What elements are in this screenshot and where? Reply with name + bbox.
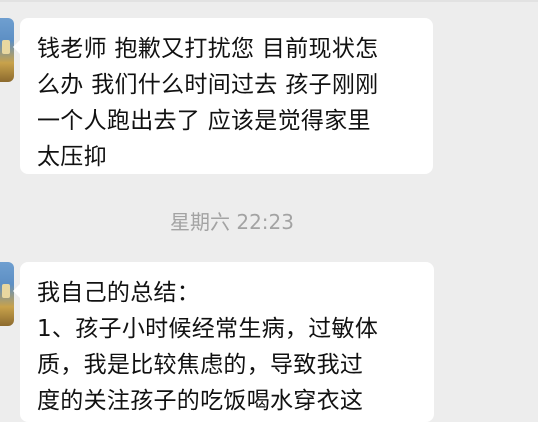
message-bubble[interactable]: 我自己的总结： 1、孩子小时候经常生病，过敏体 质，我是比较焦虑的，导致我过 度… bbox=[13, 262, 434, 422]
message-line: 么办 我们什么时间过去 孩子刚刚 bbox=[37, 72, 379, 98]
message-line: 钱老师 抱歉又打扰您 目前现状怎 bbox=[37, 36, 379, 62]
message-line: 太压抑 bbox=[37, 144, 107, 170]
message-bubble[interactable]: 钱老师 抱歉又打扰您 目前现状怎 么办 我们什么时间过去 孩子刚刚 一个人跑出去… bbox=[13, 18, 433, 174]
message-line: 1、孩子小时候经常生病，过敏体 bbox=[37, 316, 379, 342]
contact-avatar[interactable] bbox=[0, 262, 14, 326]
message-line: 度的关注孩子的吃饭喝水穿衣这 bbox=[37, 388, 364, 414]
message-line: 质，我是比较焦虑的，导致我过 bbox=[37, 352, 364, 378]
contact-avatar[interactable] bbox=[0, 18, 14, 82]
message-line: 我自己的总结： bbox=[37, 280, 201, 306]
message-timestamp: 星期六 22:23 bbox=[170, 210, 294, 234]
top-divider bbox=[0, 0, 538, 2]
message-line: 一个人跑出去了 应该是觉得家里 bbox=[37, 108, 371, 134]
